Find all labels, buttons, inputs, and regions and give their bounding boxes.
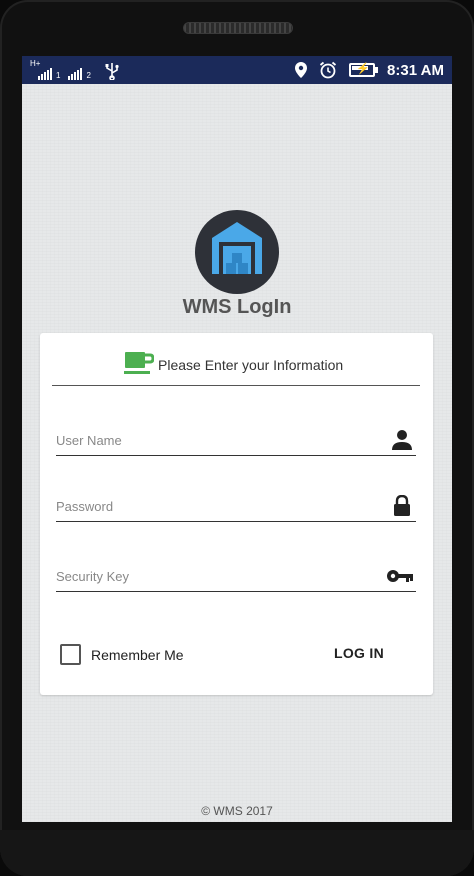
login-button[interactable]: LOG IN [334,645,384,661]
security-key-input[interactable] [56,563,376,589]
sim1-label: 1 [56,71,61,80]
warehouse-icon [195,210,279,294]
network-type: H+ [30,59,41,68]
person-icon [392,430,412,450]
alarm-icon [319,61,337,79]
username-input[interactable] [56,427,376,453]
signal-icon [38,66,52,80]
status-bar: H+ 1 2 ⚡ 8:31 AM [22,56,452,84]
status-left: H+ 1 2 [30,60,119,80]
signal-icon-sim2 [68,66,83,80]
username-field-wrap [56,427,416,456]
copyright-text: © WMS 2017 [201,804,273,818]
password-field-wrap [56,493,416,522]
usb-icon [105,63,119,80]
remember-label: Remember Me [91,646,184,663]
card-header-text: Please Enter your Information [158,357,344,373]
location-icon [295,62,308,78]
key-icon [387,570,413,582]
password-input[interactable] [56,493,376,519]
remember-me[interactable]: Remember Me [60,644,184,665]
battery-charging-icon: ⚡ [349,63,379,77]
speaker-grille [183,22,293,34]
phone-bottom-bezel [0,830,474,876]
remember-checkbox[interactable] [60,644,81,665]
card-header: Please Enter your Information [52,345,420,386]
sim2-label: 2 [86,71,91,80]
login-card: Please Enter your Information User Name … [40,333,433,695]
lock-icon [394,495,410,516]
status-time: 8:31 AM [387,61,444,79]
coffee-cup-icon [124,352,154,374]
screen: H+ 1 2 ⚡ 8:31 AM WMS LogIn Please Enter … [22,56,452,822]
app-title: WMS LogIn [182,296,292,318]
security-key-field-wrap [56,563,416,592]
status-right: ⚡ 8:31 AM [295,60,444,80]
